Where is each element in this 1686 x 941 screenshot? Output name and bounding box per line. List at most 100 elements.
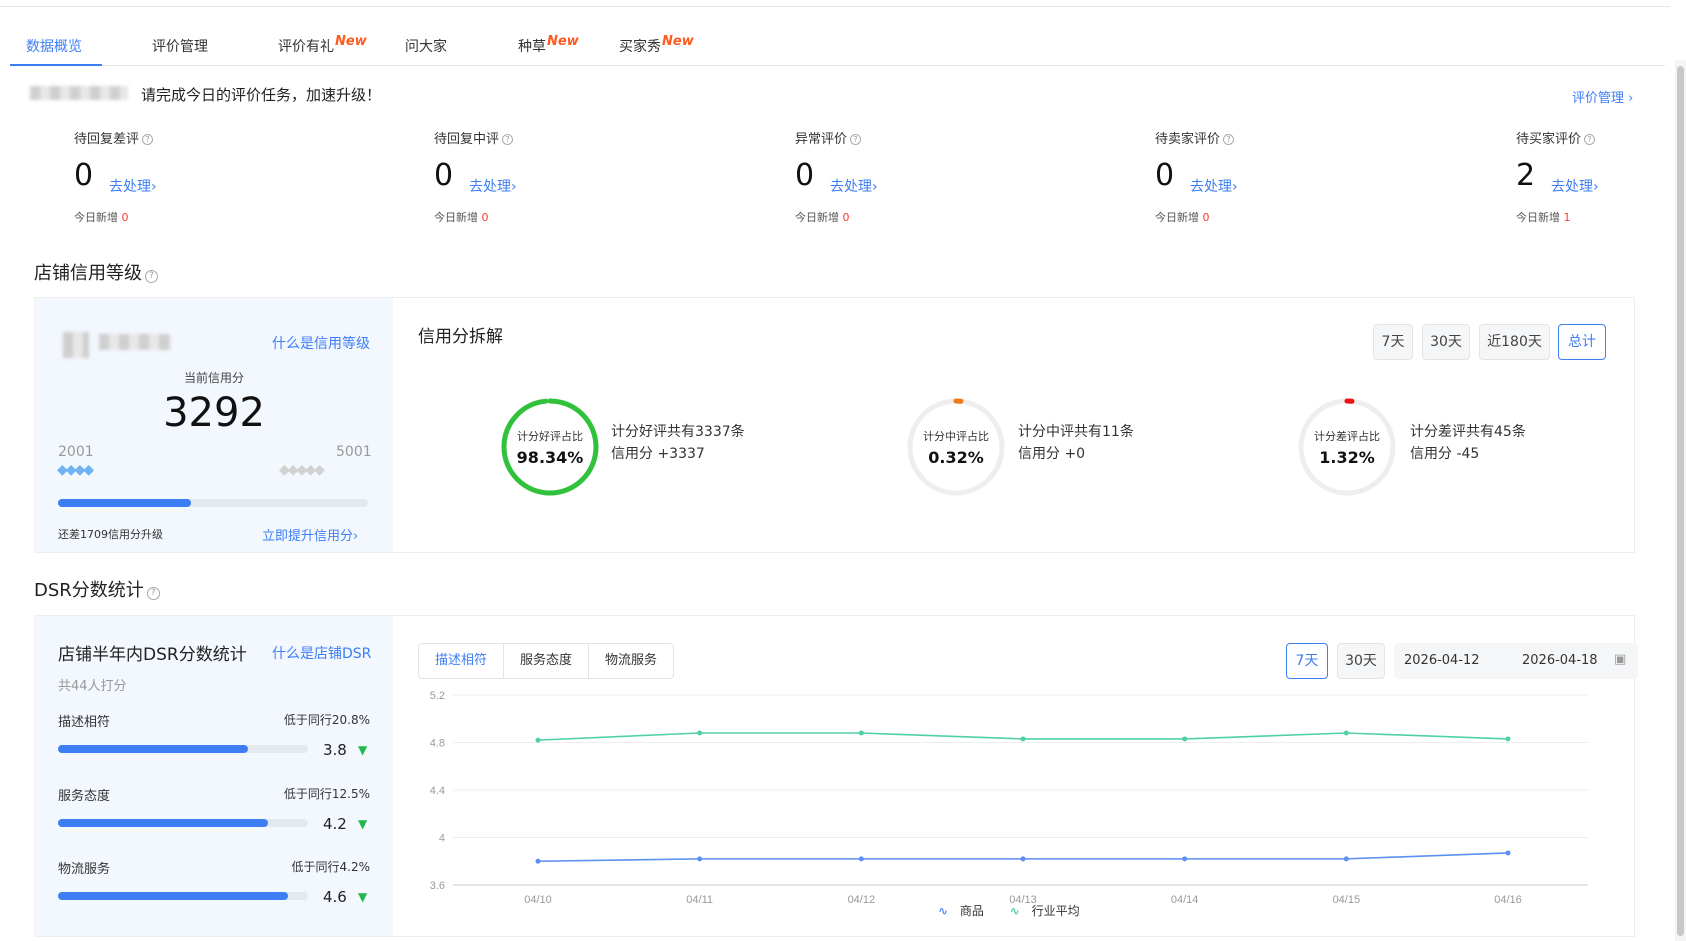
help-icon[interactable]: ? [1584,134,1596,145]
dsr-progress-fill [58,892,288,900]
breakdown-title: 信用分拆解 [418,327,503,347]
data-point[interactable] [697,730,703,736]
data-point[interactable] [535,858,541,864]
tab-review-management[interactable]: 评价管理 [152,36,208,56]
stat-value: 0 [795,158,815,193]
down-arrow-icon: ▼ [358,817,368,831]
stat-label: 待卖家评价 [1155,132,1221,147]
current-level-diamond-icon: ◆◆◆◆ [57,462,94,478]
metric-tab-description[interactable]: 描述相符 [418,643,504,679]
help-icon[interactable]: ? [145,270,158,283]
tab-ask-everyone[interactable]: 问大家 [405,36,447,56]
data-point[interactable] [858,856,864,862]
tab-overview[interactable]: 数据概览 [26,36,82,56]
help-icon[interactable]: ? [502,134,514,145]
data-point[interactable] [1020,736,1026,742]
dsr-progress [58,745,308,753]
chart-legend: ∿ 商品 ∿ 行业平均 [938,902,1080,919]
date-range-picker[interactable]: 2026-04-12 2026-04-18 ▣ [1394,643,1638,679]
data-point[interactable] [1020,856,1026,862]
shop-logo-blurred [63,332,89,358]
y-tick-label: 4 [439,833,445,845]
current-score: 3292 [163,390,265,436]
period-total-button[interactable]: 总计 [1558,324,1606,360]
x-tick-label: 04/16 [1494,894,1522,906]
data-point[interactable] [1505,736,1511,742]
boost-credit-link[interactable]: 立即提升信用分› [262,525,358,544]
process-link[interactable]: 去处理› [1551,176,1599,196]
ring-neutral: 计分中评占比 0.32% [923,430,989,467]
stat-pending-buyer: 待买家评价? 2 去处理› 今日新增 1 [1516,128,1666,224]
today-new: 今日新增 0 [795,211,850,224]
active-tab-indicator [10,64,102,66]
x-tick-label: 04/14 [1171,894,1199,906]
ring-positive: 计分好评占比 98.34% [516,430,584,467]
process-link[interactable]: 去处理› [109,176,157,196]
dsr-card-title: 店铺半年内DSR分数统计 [58,645,247,665]
down-arrow-icon: ▼ [358,890,368,904]
what-is-credit-link[interactable]: 什么是信用等级 [272,333,370,353]
period-30d-button[interactable]: 30天 [1422,324,1470,360]
new-badge: New [547,34,579,49]
stat-value: 0 [434,158,454,193]
review-management-link[interactable]: 评价管理 › [1572,87,1633,106]
credit-progress-fill [58,499,192,507]
date-end: 2026-04-18 [1522,653,1598,668]
legend-series-industry: 行业平均 [1031,904,1080,918]
date-start: 2026-04-12 [1404,653,1480,668]
data-point[interactable] [535,737,541,743]
period-7d-button[interactable]: 7天 [1373,324,1413,360]
tab-review-gift[interactable]: 评价有礼New [278,34,367,56]
data-point[interactable] [1343,856,1349,862]
credit-progress [58,499,368,507]
today-new: 今日新增 0 [74,211,129,224]
stat-value: 2 [1516,158,1536,193]
down-arrow-icon: ▼ [358,743,368,757]
dsr-period-30d-button[interactable]: 30天 [1337,643,1385,679]
shop-name-blurred [99,334,171,350]
stat-label: 待回复中评 [434,132,500,147]
process-link[interactable]: 去处理› [1190,176,1238,196]
stat-label: 待回复差评 [74,132,140,147]
scrollbar[interactable] [1675,60,1686,941]
stat-label: 待买家评价 [1516,132,1582,147]
help-icon[interactable]: ? [142,134,154,145]
x-tick-label: 04/12 [848,894,876,906]
y-tick-label: 4.8 [430,738,445,750]
negative-info: 计分差评共有45条 信用分 -45 [1410,424,1526,462]
period-180d-button[interactable]: 近180天 [1479,324,1550,360]
stat-pending-seller: 待卖家评价? 0 去处理› 今日新增 0 [1155,128,1375,224]
stat-abnormal: 异常评价? 0 去处理› 今日新增 0 [795,128,1015,224]
process-link[interactable]: 去处理› [469,176,517,196]
dsr-period-7d-button[interactable]: 7天 [1286,643,1328,679]
metric-tab-service[interactable]: 服务态度 [503,643,589,679]
today-new: 今日新增 0 [434,211,489,224]
credit-rings [501,398,1396,496]
next-level-diamond-icon: ◆◆◆◆◆ [279,462,325,478]
help-icon[interactable]: ? [850,134,862,145]
data-point[interactable] [1182,736,1188,742]
dsr-line-chart: 5.24.84.443.604/10 04/11 04/12 04/13 04/14 04… [430,690,1588,906]
help-icon[interactable]: ? [146,587,160,600]
legend-series-goods: 商品 [959,904,984,918]
data-point[interactable] [697,856,703,862]
range-max: 5001 [336,444,372,460]
neutral-info: 计分中评共有11条 信用分 +0 [1018,424,1134,462]
process-link[interactable]: 去处理› [830,176,878,196]
data-point[interactable] [1505,850,1511,856]
data-point[interactable] [858,730,864,736]
top-divider [0,6,1670,7]
y-tick-label: 3.6 [430,880,445,892]
rater-count: 共44人打分 [58,679,127,694]
tab-seeding[interactable]: 种草New [518,34,579,56]
y-tick-label: 5.2 [430,690,445,702]
new-badge: New [662,34,694,49]
credit-section-title: 店铺信用等级? [34,259,158,285]
data-point[interactable] [1343,730,1349,736]
metric-tab-logistics[interactable]: 物流服务 [588,643,674,679]
data-point[interactable] [1182,856,1188,862]
tab-buyer-show[interactable]: 买家秀New [619,34,694,56]
what-is-dsr-link[interactable]: 什么是店铺DSR [272,643,371,663]
help-icon[interactable]: ? [1223,134,1235,145]
scrollbar-thumb[interactable] [1677,66,1684,936]
